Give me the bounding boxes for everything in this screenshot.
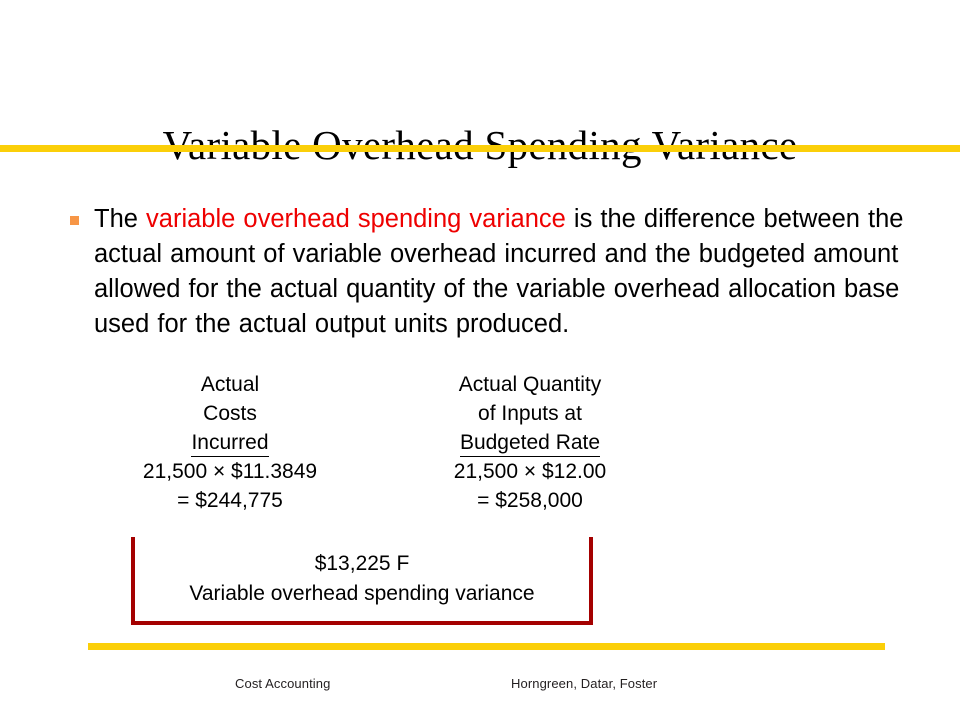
- variance-amount: $13,225 F: [314, 552, 410, 575]
- slide: Variable Overhead Spending Variance The …: [0, 0, 960, 720]
- calculation-columns: Actual Costs Incurred 21,500 × $11.3849 …: [80, 370, 680, 515]
- bullet-text-highlight: variable overhead spending variance: [146, 204, 566, 233]
- variance-label: Variable overhead spending variance: [189, 582, 535, 605]
- column-header-line-3: Budgeted Rate: [459, 430, 601, 457]
- title-divider-rule: [0, 145, 960, 152]
- column-value-line-2: = $244,775: [177, 489, 283, 512]
- column-header-line-3-wrapper: Incurred: [80, 428, 380, 457]
- body-content: The variable overhead spending variance …: [62, 176, 942, 367]
- calculation-column-actual-costs: Actual Costs Incurred 21,500 × $11.3849 …: [80, 370, 380, 515]
- footer-book-title: Cost Accounting: [235, 676, 331, 691]
- square-bullet-icon: [70, 215, 79, 225]
- calculation-column-budgeted-rate: Actual Quantity of Inputs at Budgeted Ra…: [380, 370, 680, 515]
- column-header-line-3-wrapper: Budgeted Rate: [380, 428, 680, 457]
- column-header-line-2: Costs: [203, 402, 257, 425]
- column-header-line-2: of Inputs at: [478, 402, 582, 425]
- column-header-line-3: Incurred: [191, 430, 269, 457]
- bullet-item: The variable overhead spending variance …: [62, 202, 942, 342]
- footer-divider-rule: [88, 643, 885, 650]
- column-value-line-2: = $258,000: [477, 489, 583, 512]
- bullet-text-lead: The: [94, 204, 147, 233]
- footer-authors: Horngreen, Datar, Foster: [511, 676, 658, 691]
- column-value-line-1: 21,500 × $11.3849: [142, 460, 318, 483]
- column-header-line-1: Actual: [200, 373, 260, 396]
- bullet-paragraph: The variable overhead spending variance …: [94, 202, 942, 342]
- variance-result-box: $13,225 F Variable overhead spending var…: [131, 537, 593, 625]
- column-value-line-1: 21,500 × $12.00: [453, 460, 607, 483]
- column-header-line-1: Actual Quantity: [458, 373, 602, 396]
